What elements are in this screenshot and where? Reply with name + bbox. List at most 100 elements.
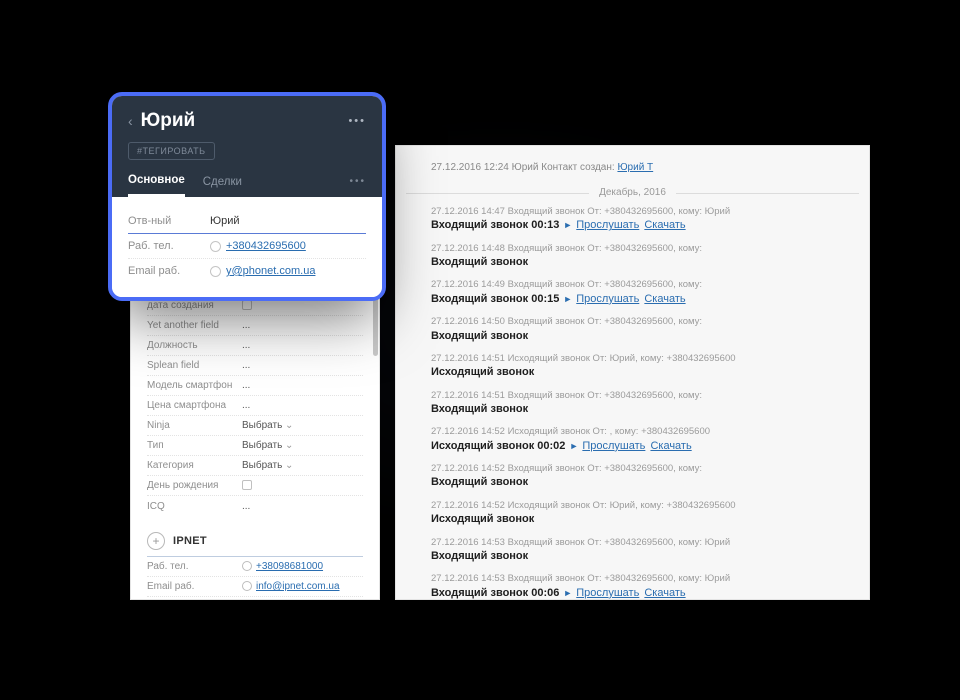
linked-company-block: + IPNET Раб. тел.+38098681000 Email раб.i… xyxy=(131,526,379,600)
log-entry-meta: 27.12.2016 14:51 Исходящий звонок От: Юр… xyxy=(431,353,851,365)
contact-method-icon xyxy=(242,581,252,591)
work-email-label: Email раб. xyxy=(128,265,210,277)
field-value[interactable]: ... xyxy=(242,320,250,331)
field-value[interactable]: ... xyxy=(242,400,250,411)
log-month-label: Декабрь, 2016 xyxy=(589,187,676,198)
contact-field-row: ICQ... xyxy=(147,496,363,516)
contact-field-row: ТипВыбрать xyxy=(147,436,363,456)
contact-detail-panel: дата созданияYet another field...Должнос… xyxy=(130,255,380,600)
listen-link[interactable]: Прослушать xyxy=(576,219,639,231)
log-created-prefix: 27.12.2016 12:24 Юрий Контакт создан: xyxy=(431,162,617,173)
field-value[interactable]: ... xyxy=(242,501,250,512)
email-icon xyxy=(210,266,221,277)
owner-label: Отв-ный xyxy=(128,215,210,227)
log-entry-meta: 27.12.2016 14:47 Входящий звонок От: +38… xyxy=(431,206,851,218)
log-entry-meta: 27.12.2016 14:53 Входящий звонок От: +38… xyxy=(431,573,851,585)
download-link[interactable]: Скачать xyxy=(650,440,691,452)
contact-title: Юрий xyxy=(141,110,341,132)
contact-field-row: Splean field... xyxy=(147,356,363,376)
log-entry: 27.12.2016 14:50 Входящий звонок От: +38… xyxy=(431,316,851,344)
owner-row: Отв-ный Юрий xyxy=(128,209,366,234)
contact-field-row: Цена смартфона... xyxy=(147,396,363,416)
log-month-divider: Декабрь, 2016 xyxy=(396,187,869,198)
play-icon[interactable]: ► xyxy=(563,294,572,304)
field-value[interactable]: ... xyxy=(242,340,250,351)
back-icon[interactable]: ‹ xyxy=(128,113,133,129)
field-label: Раб. тел. xyxy=(147,561,242,572)
log-entry-title: Входящий звонок 00:15►Прослушать Скачать xyxy=(431,292,851,307)
card-more-icon[interactable]: ••• xyxy=(348,115,366,127)
log-entry-meta: 27.12.2016 14:52 Входящий звонок От: +38… xyxy=(431,463,851,475)
owner-value[interactable]: Юрий xyxy=(210,215,240,227)
play-icon[interactable]: ► xyxy=(563,220,572,230)
log-entry: 27.12.2016 14:51 Входящий звонок От: +38… xyxy=(431,390,851,418)
listen-link[interactable]: Прослушать xyxy=(582,440,645,452)
log-entry-meta: 27.12.2016 14:49 Входящий звонок От: +38… xyxy=(431,279,851,291)
log-entry-meta: 27.12.2016 14:53 Входящий звонок От: +38… xyxy=(431,537,851,549)
download-link[interactable]: Скачать xyxy=(644,587,685,599)
play-icon[interactable]: ► xyxy=(563,588,572,598)
log-entry-meta: 27.12.2016 14:48 Входящий звонок От: +38… xyxy=(431,243,851,255)
tab-deals[interactable]: Сделки xyxy=(203,176,242,196)
play-icon[interactable]: ► xyxy=(569,441,578,451)
field-value[interactable] xyxy=(242,300,256,311)
field-value[interactable]: ... xyxy=(242,380,250,391)
contact-field-row: Yet another field... xyxy=(147,316,363,336)
calendar-icon xyxy=(242,480,252,490)
company-field-row: Web... xyxy=(147,597,363,600)
listen-link[interactable]: Прослушать xyxy=(576,293,639,305)
log-entry-title: Входящий звонок xyxy=(431,402,851,417)
log-entry-meta: 27.12.2016 14:52 Исходящий звонок От: , … xyxy=(431,426,851,438)
work-email-value[interactable]: y@phonet.com.ua xyxy=(210,265,315,277)
work-phone-value[interactable]: +380432695600 xyxy=(210,240,306,252)
log-entry-title: Входящий звонок xyxy=(431,329,851,344)
log-entry-title: Исходящий звонок 00:02►Прослушать Скачат… xyxy=(431,439,851,454)
contact-tabs: Основное Сделки ••• xyxy=(128,174,366,197)
log-entry-title: Входящий звонок xyxy=(431,475,851,490)
calendar-icon xyxy=(242,300,252,310)
log-entry-meta: 27.12.2016 14:52 Исходящий звонок От: Юр… xyxy=(431,500,851,512)
field-value[interactable]: ... xyxy=(242,360,250,371)
log-entry: 27.12.2016 14:53 Входящий звонок От: +38… xyxy=(431,537,851,565)
log-entry: 27.12.2016 14:49 Входящий звонок От: +38… xyxy=(431,279,851,307)
download-link[interactable]: Скачать xyxy=(644,293,685,305)
company-field-row: Email раб.info@ipnet.com.ua xyxy=(147,577,363,597)
contact-field-row: КатегорияВыбрать xyxy=(147,456,363,476)
contact-field-row: Должность... xyxy=(147,336,363,356)
contact-field-row: День рождения xyxy=(147,476,363,496)
field-select[interactable]: Выбрать xyxy=(242,420,293,431)
activity-log-panel: 27.12.2016 12:24 Юрий Контакт создан: Юр… xyxy=(395,145,870,600)
log-entry: 27.12.2016 14:53 Входящий звонок От: +38… xyxy=(431,573,851,600)
field-label: Должность xyxy=(147,340,242,351)
work-phone-row: Раб. тел. +380432695600 xyxy=(128,234,366,259)
scrollbar-thumb[interactable] xyxy=(373,296,378,356)
company-name[interactable]: IPNET xyxy=(173,535,207,547)
field-label: дата создания xyxy=(147,300,242,311)
log-entry: 27.12.2016 14:51 Исходящий звонок От: Юр… xyxy=(431,353,851,381)
field-value[interactable] xyxy=(242,480,256,491)
log-entry-title: Входящий звонок xyxy=(431,255,851,270)
tab-main[interactable]: Основное xyxy=(128,174,185,197)
listen-link[interactable]: Прослушать xyxy=(576,587,639,599)
tag-button[interactable]: #ТЕГИРОВАТЬ xyxy=(128,142,215,160)
contact-field-row: NinjaВыбрать xyxy=(147,416,363,436)
log-created-line: 27.12.2016 12:24 Юрий Контакт создан: Юр… xyxy=(396,146,869,183)
field-label: ICQ xyxy=(147,501,242,512)
field-label: Ninja xyxy=(147,420,242,431)
log-entry-title: Входящий звонок 00:13►Прослушать Скачать xyxy=(431,218,851,233)
field-select[interactable]: Выбрать xyxy=(242,460,293,471)
log-entry-meta: 27.12.2016 14:51 Входящий звонок От: +38… xyxy=(431,390,851,402)
field-value[interactable]: info@ipnet.com.ua xyxy=(242,581,340,592)
field-select[interactable]: Выбрать xyxy=(242,440,293,451)
work-phone-label: Раб. тел. xyxy=(128,240,210,252)
download-link[interactable]: Скачать xyxy=(644,219,685,231)
tabs-more-icon[interactable]: ••• xyxy=(349,176,366,195)
field-label: Splean field xyxy=(147,360,242,371)
field-value[interactable]: +38098681000 xyxy=(242,561,323,572)
log-created-contact-link[interactable]: Юрий Т xyxy=(617,162,653,173)
add-company-icon[interactable]: + xyxy=(147,532,165,550)
contact-card: ‹ Юрий ••• #ТЕГИРОВАТЬ Основное Сделки •… xyxy=(108,92,386,301)
field-label: День рождения xyxy=(147,480,242,491)
log-entry-title: Входящий звонок 00:06►Прослушать Скачать xyxy=(431,586,851,600)
log-entry-meta: 27.12.2016 14:50 Входящий звонок От: +38… xyxy=(431,316,851,328)
